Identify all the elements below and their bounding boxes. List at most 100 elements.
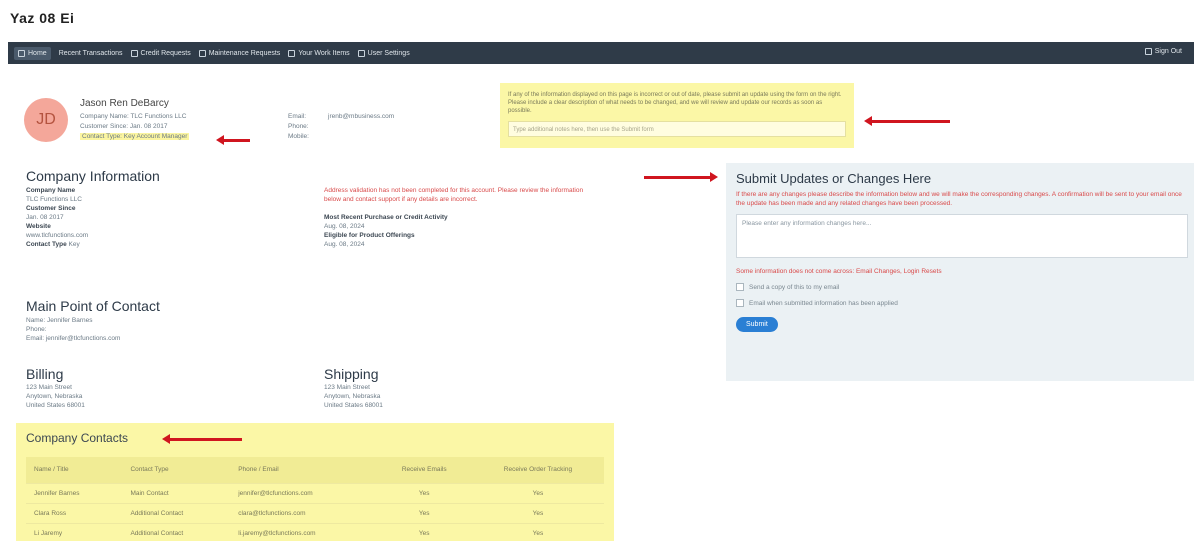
customer-since-value: Jan. 08 2017 bbox=[26, 214, 64, 221]
mobile-value bbox=[328, 132, 394, 142]
company-info-heading: Company Information bbox=[26, 168, 160, 184]
profile-since: Customer Since: Jan. 08 2017 bbox=[80, 123, 168, 130]
cell-name: Clara Ross bbox=[26, 502, 123, 523]
notify-applied-checkbox[interactable]: Email when submitted information has bee… bbox=[736, 299, 1184, 307]
update-form-panel: Submit Updates or Changes Here If there … bbox=[726, 163, 1194, 381]
table-row[interactable]: Clara Ross Additional Contact clara@tlcf… bbox=[26, 502, 604, 523]
shipping-line: 123 Main Street bbox=[324, 384, 370, 391]
company-info-left: Company Name TLC Functions LLC Customer … bbox=[26, 186, 88, 249]
sign-out-icon bbox=[1144, 48, 1152, 55]
table-header-row: Name / Title Contact Type Phone / Email … bbox=[26, 457, 604, 483]
cell-email[interactable]: clara@tlcfunctions.com bbox=[230, 502, 377, 523]
recent-activity-value: Aug. 08, 2024 bbox=[324, 223, 365, 230]
notice-input[interactable]: Type additional notes here, then use the… bbox=[508, 121, 846, 137]
checkbox-box[interactable] bbox=[736, 299, 744, 307]
profile-details: Company Name: TLC Functions LLC Customer… bbox=[80, 112, 190, 142]
col-contact-type[interactable]: Contact Type bbox=[122, 457, 231, 483]
nav-maintenance-requests-label: Maintenance Requests bbox=[208, 49, 281, 57]
profile-company: Company Name: TLC Functions LLC bbox=[80, 113, 187, 120]
col-phone-email[interactable]: Phone / Email bbox=[230, 457, 377, 483]
nav-recent-transactions[interactable]: Recent Transactions bbox=[59, 50, 123, 57]
poc-name: Name: Jennifer Barnes bbox=[26, 317, 93, 324]
col-receive-emails[interactable]: Receive Emails bbox=[376, 457, 472, 483]
recent-activity-label: Most Recent Purchase or Credit Activity bbox=[324, 214, 448, 221]
nav-home[interactable]: Home bbox=[14, 46, 51, 60]
shipping-heading: Shipping bbox=[324, 366, 379, 382]
email-label: Email: bbox=[288, 113, 307, 120]
annotation-arrow bbox=[216, 135, 250, 145]
cell-emails: Yes bbox=[376, 502, 472, 523]
nav-credit-requests[interactable]: Credit Requests bbox=[130, 49, 191, 57]
sign-out-label: Sign Out bbox=[1154, 48, 1182, 55]
eligible-value: Aug. 08, 2024 bbox=[324, 241, 365, 248]
notice-text: If any of the information displayed on t… bbox=[508, 92, 842, 114]
cell-type: Main Contact bbox=[122, 482, 231, 503]
top-navbar: Home Recent Transactions Credit Requests… bbox=[8, 42, 1194, 64]
home-icon bbox=[18, 49, 25, 57]
nav-home-label: Home bbox=[28, 49, 47, 57]
cell-tracking: Yes bbox=[471, 482, 604, 503]
company-name-label: Company Name bbox=[26, 187, 76, 194]
cell-email[interactable]: jennifer@tlcfunctions.com bbox=[230, 482, 377, 503]
poc-email[interactable]: Email: jennifer@tlcfunctions.com bbox=[26, 334, 120, 343]
nav-maintenance-requests[interactable]: Maintenance Requests bbox=[198, 49, 281, 57]
phone-value bbox=[328, 122, 394, 132]
annotation-arrow bbox=[644, 172, 718, 182]
work-items-icon bbox=[288, 49, 296, 57]
nav-work-items-label: Your Work Items bbox=[298, 49, 350, 57]
copy-email-checkbox[interactable]: Send a copy of this to my email bbox=[736, 283, 1184, 291]
update-textarea[interactable]: Please enter any information changes her… bbox=[736, 214, 1188, 258]
cell-email[interactable]: li.jaremy@tlcfunctions.com bbox=[230, 522, 377, 541]
mobile-label: Mobile: bbox=[288, 133, 309, 140]
cell-name: Jennifer Barnes bbox=[26, 482, 123, 503]
sign-out-link[interactable]: Sign Out bbox=[1144, 48, 1182, 55]
col-order-tracking[interactable]: Receive Order Tracking bbox=[471, 457, 604, 483]
update-form-note: Some information does not come across: E… bbox=[736, 268, 942, 275]
customer-since-label: Customer Since bbox=[26, 205, 76, 212]
email-value[interactable]: jrenb@mbusiness.com bbox=[328, 112, 394, 122]
company-contacts-title: Company Contacts bbox=[26, 431, 129, 445]
submit-button[interactable]: Submit bbox=[736, 317, 778, 332]
nav-credit-requests-label: Credit Requests bbox=[140, 49, 191, 57]
table-row[interactable]: Li Jaremy Additional Contact li.jaremy@t… bbox=[26, 522, 604, 541]
table-row[interactable]: Jennifer Barnes Main Contact jennifer@tl… bbox=[26, 482, 604, 503]
contact-type-label: Contact Type bbox=[26, 241, 67, 248]
annotation-arrow bbox=[162, 434, 242, 444]
shipping-address: 123 Main Street Anytown, Nebraska United… bbox=[324, 383, 383, 410]
billing-address: 123 Main Street Anytown, Nebraska United… bbox=[26, 383, 85, 410]
main-poc-heading: Main Point of Contact bbox=[26, 298, 160, 314]
company-info-right: Most Recent Purchase or Credit Activity … bbox=[324, 213, 448, 249]
profile-contact-info: Email: jrenb@mbusiness.com Phone: Mobile: bbox=[288, 112, 394, 142]
contact-type-value: Key bbox=[68, 241, 80, 248]
nav-work-items[interactable]: Your Work Items bbox=[288, 49, 350, 57]
nav-recent-transactions-label: Recent Transactions bbox=[58, 49, 123, 57]
update-form-description: If there are any changes please describe… bbox=[736, 191, 1182, 207]
phone-label: Phone: bbox=[288, 123, 309, 130]
poc-phone: Phone: bbox=[26, 326, 47, 333]
checkbox-label: Send a copy of this to my email bbox=[749, 283, 840, 291]
billing-line: Anytown, Nebraska bbox=[26, 393, 83, 400]
cell-tracking: Yes bbox=[471, 502, 604, 523]
company-contacts-panel: Company Contacts Name / Title Contact Ty… bbox=[16, 423, 614, 541]
contacts-table: Name / Title Contact Type Phone / Email … bbox=[26, 457, 604, 541]
nav-user-settings[interactable]: User Settings bbox=[357, 49, 410, 57]
notice-box: If any of the information displayed on t… bbox=[500, 83, 854, 148]
website-value[interactable]: www.tlcfunctions.com bbox=[26, 231, 88, 240]
shipping-line: Anytown, Nebraska bbox=[324, 393, 381, 400]
credit-icon bbox=[130, 49, 138, 57]
cell-name: Li Jaremy bbox=[26, 522, 123, 541]
avatar: JD bbox=[24, 98, 68, 142]
user-icon bbox=[357, 49, 365, 57]
profile-name: Jason Ren DeBarcy bbox=[80, 98, 169, 109]
checkbox-box[interactable] bbox=[736, 283, 744, 291]
annotation-arrow bbox=[864, 116, 950, 126]
eligible-label: Eligible for Product Offerings bbox=[324, 232, 415, 239]
billing-line: United States 68001 bbox=[26, 402, 85, 409]
update-form-title: Submit Updates or Changes Here bbox=[736, 171, 932, 186]
company-name-value: TLC Functions LLC bbox=[26, 196, 82, 203]
cell-type: Additional Contact bbox=[122, 522, 231, 541]
cell-type: Additional Contact bbox=[122, 502, 231, 523]
main-poc-details: Name: Jennifer Barnes Phone: Email: jenn… bbox=[26, 316, 120, 343]
col-name[interactable]: Name / Title bbox=[26, 457, 123, 483]
billing-heading: Billing bbox=[26, 366, 64, 382]
